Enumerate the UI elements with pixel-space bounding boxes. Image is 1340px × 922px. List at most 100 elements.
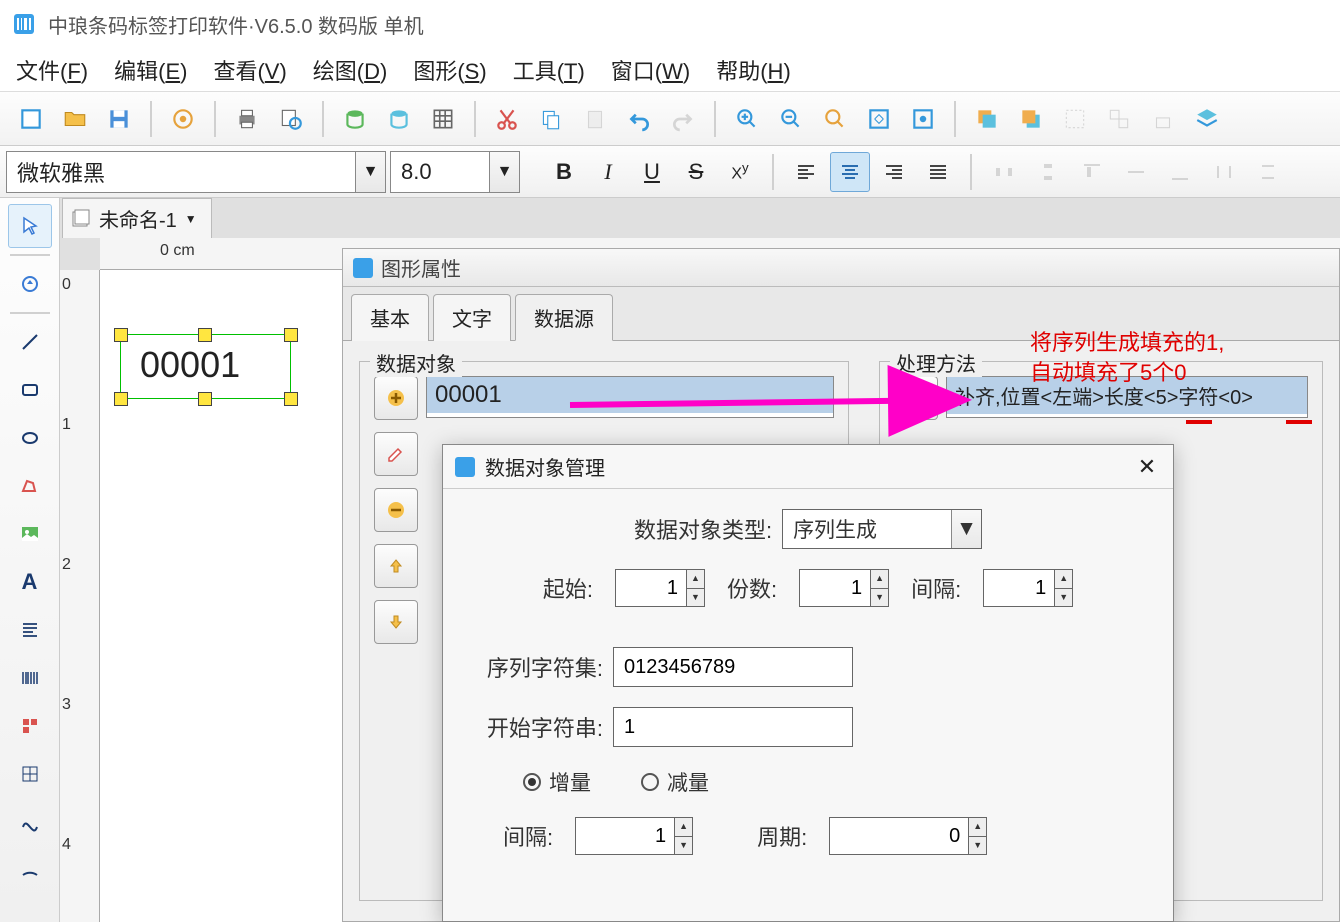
move-down-button[interactable] [374, 600, 418, 644]
selection-handle[interactable] [198, 328, 212, 342]
menu-file[interactable]: 文件(F) [10, 50, 94, 90]
add-button[interactable] [374, 376, 418, 420]
bold-button[interactable]: B [544, 152, 584, 192]
data-object-item[interactable]: 00001 [427, 377, 833, 413]
polygon-tool[interactable] [8, 464, 52, 508]
print-preview-button[interactable] [270, 98, 312, 140]
bring-front-button[interactable] [966, 98, 1008, 140]
arc-tool[interactable] [8, 848, 52, 892]
spinner[interactable]: ▲▼ [1055, 569, 1073, 607]
document-tab[interactable]: 未命名-1 ▼ [62, 198, 212, 238]
menu-edit[interactable]: 编辑(E) [108, 50, 193, 90]
annotation-underline [1286, 420, 1312, 424]
chevron-down-icon[interactable]: ▼ [355, 152, 385, 192]
data-object-list[interactable]: 00001 [426, 376, 834, 418]
tab-menu-icon[interactable]: ▼ [185, 212, 197, 226]
print-button[interactable] [226, 98, 268, 140]
tab-basic[interactable]: 基本 [351, 294, 429, 341]
startstr-input[interactable] [613, 707, 853, 747]
canvas-text-object[interactable]: 00001 [140, 344, 240, 386]
database-refresh-button[interactable] [378, 98, 420, 140]
undo-button[interactable] [618, 98, 660, 140]
strikethrough-button[interactable]: S [676, 152, 716, 192]
align-justify-button[interactable] [918, 152, 958, 192]
menu-help[interactable]: 帮助(H) [710, 50, 797, 90]
data-type-combo[interactable]: 序列生成 ▼ [782, 509, 982, 549]
move-up-button[interactable] [374, 544, 418, 588]
selection-handle[interactable] [114, 328, 128, 342]
settings-button[interactable] [162, 98, 204, 140]
edit-button[interactable] [374, 432, 418, 476]
italic-button[interactable]: I [588, 152, 628, 192]
menu-draw[interactable]: 绘图(D) [307, 50, 394, 90]
zoom-fit-button[interactable] [814, 98, 856, 140]
zoom-page-button[interactable] [902, 98, 944, 140]
spinner[interactable]: ▲▼ [871, 569, 889, 607]
menu-window[interactable]: 窗口(W) [605, 50, 696, 90]
close-button[interactable]: ✕ [1133, 453, 1161, 481]
pointer-tool[interactable] [8, 204, 52, 248]
chevron-down-icon[interactable]: ▼ [951, 510, 981, 548]
remove-button[interactable] [374, 488, 418, 532]
ellipse-tool[interactable] [8, 416, 52, 460]
zoom-in-button[interactable] [726, 98, 768, 140]
menu-view[interactable]: 查看(V) [207, 50, 292, 90]
gap-input[interactable] [983, 569, 1055, 607]
chevron-down-icon[interactable]: ▼ [489, 152, 519, 192]
format-toolbar: 微软雅黑 ▼ 8.0 ▼ B I U S Xy [0, 146, 1340, 198]
superscript-button[interactable]: Xy [720, 152, 760, 192]
image-tool[interactable] [8, 512, 52, 556]
copies-input[interactable] [799, 569, 871, 607]
lock-button [1142, 98, 1184, 140]
zoom-out-button[interactable] [770, 98, 812, 140]
spinner[interactable]: ▲▼ [675, 817, 693, 855]
selection-handle[interactable] [198, 392, 212, 406]
menu-tools[interactable]: 工具(T) [507, 50, 591, 90]
open-button[interactable] [54, 98, 96, 140]
underline-button[interactable]: U [632, 152, 672, 192]
dialog-titlebar[interactable]: 数据对象管理 ✕ [443, 445, 1173, 489]
selection-handle[interactable] [284, 328, 298, 342]
table-tool[interactable] [8, 752, 52, 796]
tab-text[interactable]: 文字 [433, 294, 511, 341]
document-icon [71, 209, 91, 229]
grid-button[interactable] [422, 98, 464, 140]
qrcode-tool[interactable] [8, 704, 52, 748]
align-middle-button [1116, 152, 1156, 192]
tab-datasource[interactable]: 数据源 [515, 294, 613, 341]
spinner[interactable]: ▲▼ [969, 817, 987, 855]
selection-handle[interactable] [114, 392, 128, 406]
send-back-button[interactable] [1010, 98, 1052, 140]
increment-radio[interactable]: 增量 [523, 767, 591, 797]
decrement-radio[interactable]: 减量 [641, 767, 709, 797]
copy-button[interactable] [530, 98, 572, 140]
barcode-tool[interactable] [8, 656, 52, 700]
new-button[interactable] [10, 98, 52, 140]
charset-input[interactable] [613, 647, 853, 687]
cut-button[interactable] [486, 98, 528, 140]
curve-tool[interactable] [8, 800, 52, 844]
save-button[interactable] [98, 98, 140, 140]
menu-shape[interactable]: 图形(S) [407, 50, 492, 90]
font-combo[interactable]: 微软雅黑 ▼ [6, 151, 386, 193]
add-button[interactable] [894, 376, 938, 420]
line-tool[interactable] [8, 320, 52, 364]
database-button[interactable] [334, 98, 376, 140]
align-left-button[interactable] [786, 152, 826, 192]
period-input[interactable] [829, 817, 969, 855]
app-icon [12, 12, 36, 36]
zoom-actual-button[interactable] [858, 98, 900, 140]
start-input[interactable] [615, 569, 687, 607]
step-input[interactable] [575, 817, 675, 855]
align-right-button[interactable] [874, 152, 914, 192]
separator [322, 101, 324, 137]
selection-handle[interactable] [284, 392, 298, 406]
rect-tool[interactable] [8, 368, 52, 412]
spinner[interactable]: ▲▼ [687, 569, 705, 607]
align-center-button[interactable] [830, 152, 870, 192]
layers-button[interactable] [1186, 98, 1228, 140]
richtext-tool[interactable] [8, 608, 52, 652]
hand-tool[interactable] [8, 262, 52, 306]
text-tool[interactable]: A [8, 560, 52, 604]
font-size-combo[interactable]: 8.0 ▼ [390, 151, 520, 193]
